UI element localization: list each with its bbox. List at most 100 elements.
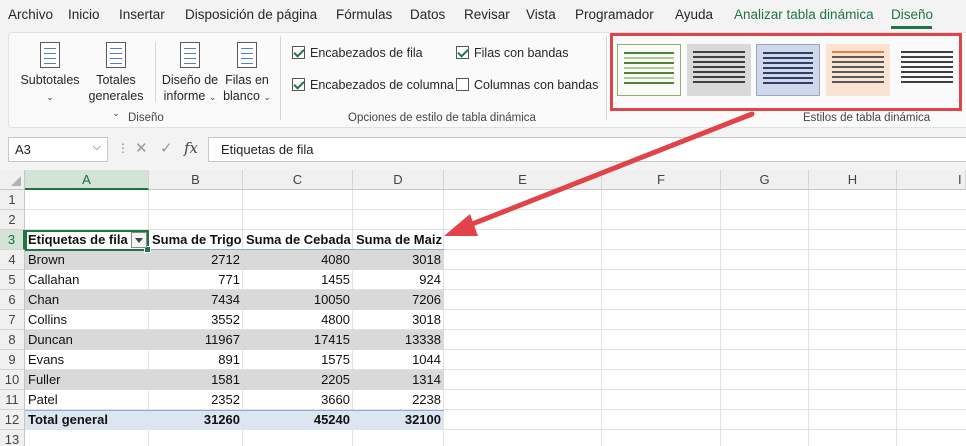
select-all-corner[interactable] (0, 170, 25, 190)
row-header-4[interactable]: 4 (0, 250, 25, 270)
table-cell[interactable]: 4080 (243, 250, 353, 270)
subtotales-button[interactable]: Subtotales ⌄ (20, 42, 80, 104)
total-cell[interactable]: 32100 (353, 410, 444, 430)
col-header-i[interactable]: I (897, 170, 966, 190)
style-swatch-green[interactable] (617, 44, 681, 96)
table-cell[interactable]: 2238 (353, 390, 444, 410)
formula-input[interactable]: Etiquetas de fila (208, 137, 966, 162)
table-cell[interactable]: 7206 (353, 290, 444, 310)
name-box[interactable]: A3 ⌵ (8, 137, 108, 162)
table-row-label[interactable]: Chan (25, 290, 149, 310)
check-icon[interactable]: ✓ (160, 139, 173, 157)
banded-rows-checkbox[interactable] (456, 46, 469, 59)
table-cell[interactable]: 1044 (353, 350, 444, 370)
banded-cols-option[interactable]: Columnas con bandas (456, 78, 598, 92)
row-header-3[interactable]: 3 (0, 230, 25, 250)
table-row-label[interactable]: Callahan (25, 270, 149, 290)
col-header-b[interactable]: B (149, 170, 243, 190)
table-row-label[interactable]: Collins (25, 310, 149, 330)
table-row-label[interactable]: Duncan (25, 330, 149, 350)
table-cell[interactable]: 924 (353, 270, 444, 290)
totales-generales-button[interactable]: Totales generales ⌄ (84, 42, 148, 118)
diseno-informe-button[interactable]: Diseño de informe ⌄ (160, 42, 220, 104)
style-swatch-gray[interactable] (687, 44, 751, 96)
pivot-header-trigo[interactable]: Suma de Trigo (149, 230, 243, 250)
total-cell[interactable]: 45240 (243, 410, 353, 430)
table-row-label[interactable]: Evans (25, 350, 149, 370)
styles-group-label: Estilos de tabla dinámica (803, 112, 931, 124)
col-header-e[interactable]: E (444, 170, 602, 190)
table-row-label[interactable]: Brown (25, 250, 149, 270)
menu-ayuda[interactable]: Ayuda (675, 7, 713, 22)
banded-rows-option[interactable]: Filas con bandas (456, 46, 569, 60)
menu-archivo[interactable]: Archivo (8, 7, 53, 22)
menu-analizar[interactable]: Analizar tabla dinámica (734, 7, 874, 22)
style-swatch-orange[interactable] (826, 44, 890, 96)
table-cell[interactable]: 2712 (149, 250, 243, 270)
banded-cols-checkbox[interactable] (456, 78, 469, 91)
table-row-label[interactable]: Patel (25, 390, 149, 410)
col-header-a[interactable]: A (25, 170, 149, 190)
total-row-label[interactable]: Total general (25, 410, 149, 430)
table-cell[interactable]: 10050 (243, 290, 353, 310)
table-cell[interactable]: 17415 (243, 330, 353, 350)
col-header-g[interactable]: G (721, 170, 809, 190)
total-cell[interactable]: 31260 (149, 410, 243, 430)
row-header-1[interactable]: 1 (0, 190, 25, 210)
col-headers-option[interactable]: Encabezados de columna (292, 78, 454, 92)
table-cell[interactable]: 1314 (353, 370, 444, 390)
cancel-icon[interactable]: ✕ (135, 139, 148, 157)
row-header-9[interactable]: 9 (0, 350, 25, 370)
table-cell[interactable]: 1575 (243, 350, 353, 370)
filas-en-blanco-button[interactable]: Filas en blanco ⌄ (220, 42, 274, 104)
menu-bar: Archivo Inicio Insertar Disposición de p… (0, 0, 966, 30)
menu-vista[interactable]: Vista (526, 7, 556, 22)
row-headers-option[interactable]: Encabezados de fila (292, 46, 423, 60)
table-cell[interactable]: 11967 (149, 330, 243, 350)
row-header-13[interactable]: 13 (0, 430, 25, 446)
col-headers-checkbox[interactable] (292, 78, 305, 91)
insert-function-icon[interactable]: fx (184, 139, 198, 157)
table-cell[interactable]: 7434 (149, 290, 243, 310)
menu-inicio[interactable]: Inicio (68, 7, 100, 22)
table-cell[interactable]: 3660 (243, 390, 353, 410)
menu-revisar[interactable]: Revisar (464, 7, 510, 22)
table-cell[interactable]: 2352 (149, 390, 243, 410)
table-cell[interactable]: 3018 (353, 310, 444, 330)
row-header-12[interactable]: 12 (0, 410, 25, 430)
menu-formulas[interactable]: Fórmulas (336, 7, 392, 22)
menu-programador[interactable]: Programador (575, 7, 654, 22)
col-header-c[interactable]: C (243, 170, 353, 190)
row-header-8[interactable]: 8 (0, 330, 25, 350)
table-row-label[interactable]: Fuller (25, 370, 149, 390)
table-cell[interactable]: 2205 (243, 370, 353, 390)
row-header-2[interactable]: 2 (0, 210, 25, 230)
row-header-10[interactable]: 10 (0, 370, 25, 390)
menu-insertar[interactable]: Insertar (119, 7, 165, 22)
filter-dropdown-icon[interactable] (131, 232, 147, 248)
table-cell[interactable]: 3552 (149, 310, 243, 330)
table-cell[interactable]: 3018 (353, 250, 444, 270)
col-header-f[interactable]: F (602, 170, 721, 190)
col-header-d[interactable]: D (353, 170, 444, 190)
row-header-7[interactable]: 7 (0, 310, 25, 330)
style-swatch-blue-selected[interactable] (756, 44, 820, 96)
table-cell[interactable]: 771 (149, 270, 243, 290)
menu-datos[interactable]: Datos (410, 7, 445, 22)
table-cell[interactable]: 4800 (243, 310, 353, 330)
chevron-down-icon[interactable]: ⌵ (93, 141, 101, 154)
col-header-h[interactable]: H (809, 170, 897, 190)
pivot-header-cebada[interactable]: Suma de Cebada (243, 230, 353, 250)
table-cell[interactable]: 13338 (353, 330, 444, 350)
row-header-11[interactable]: 11 (0, 390, 25, 410)
table-cell[interactable]: 1455 (243, 270, 353, 290)
menu-diseno[interactable]: Diseño (891, 7, 933, 22)
row-header-5[interactable]: 5 (0, 270, 25, 290)
table-cell[interactable]: 1581 (149, 370, 243, 390)
table-cell[interactable]: 891 (149, 350, 243, 370)
row-header-6[interactable]: 6 (0, 290, 25, 310)
style-swatch-dark[interactable] (895, 44, 959, 96)
menu-disposicion[interactable]: Disposición de página (185, 7, 317, 22)
pivot-header-maiz[interactable]: Suma de Maiz (353, 230, 444, 250)
row-headers-checkbox[interactable] (292, 46, 305, 59)
